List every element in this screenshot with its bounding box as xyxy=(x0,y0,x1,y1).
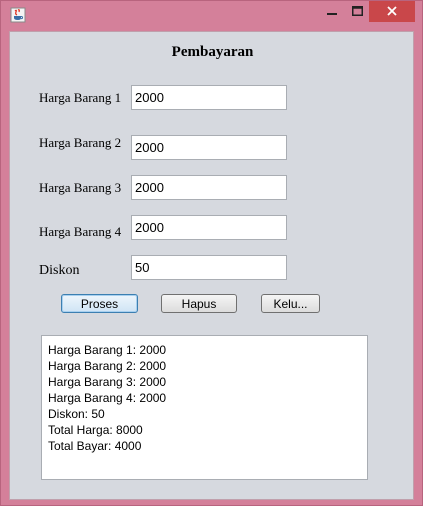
output-line: Harga Barang 3: 2000 xyxy=(48,375,167,389)
harga-barang-3-input[interactable] xyxy=(131,175,287,200)
harga-barang-4-input[interactable] xyxy=(131,215,287,240)
java-cup-icon xyxy=(10,7,26,23)
label-harga-barang-1: Harga Barang 1 xyxy=(39,90,122,105)
close-icon xyxy=(387,3,397,21)
output-line: Total Harga: 8000 xyxy=(48,423,143,437)
maximize-button[interactable] xyxy=(345,1,369,22)
label-harga-barang-3: Harga Barang 3 xyxy=(39,180,122,195)
output-line: Harga Barang 4: 2000 xyxy=(48,391,167,405)
title-bar[interactable] xyxy=(1,1,422,29)
app-window: Pembayaran Harga Barang 1 Harga Barang 2… xyxy=(0,0,423,506)
label-harga-barang-2: Harga Barang 2 xyxy=(39,135,122,150)
output-line: Harga Barang 2: 2000 xyxy=(48,359,167,373)
diskon-input[interactable] xyxy=(131,255,287,280)
keluar-button[interactable]: Kelu... xyxy=(261,294,320,313)
output-line: Diskon: 50 xyxy=(48,407,105,421)
output-line: Harga Barang 1: 2000 xyxy=(48,343,167,357)
proses-button[interactable]: Proses xyxy=(61,294,138,313)
output-text-area[interactable]: Harga Barang 1: 2000 Harga Barang 2: 2000… xyxy=(41,335,368,480)
maximize-icon xyxy=(351,3,363,21)
label-harga-barang-4: Harga Barang 4 xyxy=(39,224,122,239)
minimize-button[interactable] xyxy=(319,1,345,22)
label-diskon: Diskon xyxy=(39,263,80,278)
harga-barang-2-input[interactable] xyxy=(131,135,287,160)
close-button[interactable] xyxy=(369,1,415,22)
form-panel: Pembayaran Harga Barang 1 Harga Barang 2… xyxy=(9,31,414,500)
minimize-icon xyxy=(327,3,337,21)
hapus-button[interactable]: Hapus xyxy=(161,294,237,313)
form-title: Pembayaran xyxy=(171,44,254,60)
output-line: Total Bayar: 4000 xyxy=(48,439,142,453)
harga-barang-1-input[interactable] xyxy=(131,85,287,110)
